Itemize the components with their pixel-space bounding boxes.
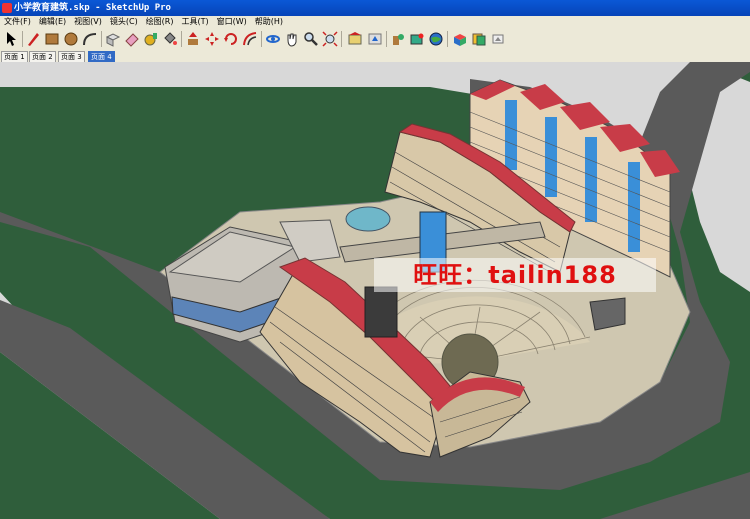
eraser-icon [125,33,139,47]
extension-warehouse-icon [454,34,466,46]
tape-measure-button[interactable] [142,30,160,48]
sketchup-app-icon [2,3,12,13]
zoom-tool-button[interactable] [302,30,320,48]
eraser-tool-button[interactable] [123,30,141,48]
circle-tool-button[interactable] [62,30,80,48]
share-model-icon [368,33,382,45]
paint-bucket-button[interactable] [161,30,179,48]
select-tool-button[interactable] [2,30,20,48]
pencil-icon [28,33,39,46]
title-bar: 小学教育建筑.skp - SketchUp Pro [0,0,750,16]
scene-tabs: 页面 1 页面 2 页面 3 页面 4 [0,50,750,63]
orbit-icon [266,35,280,43]
component-icon [105,33,121,47]
send-to-layout-button[interactable] [489,30,507,48]
tape-measure-icon [144,33,157,46]
rectangle-icon [45,33,59,45]
models-icon [393,34,404,45]
menu-draw[interactable]: 绘图(R) [142,16,178,28]
photo-textures-button[interactable] [408,30,426,48]
layout-icon [472,33,486,46]
line-tool-button[interactable] [24,30,42,48]
share-model-button[interactable] [366,30,384,48]
rectangle-tool-button[interactable] [43,30,61,48]
move-arrows-icon [205,32,219,46]
menu-camera[interactable]: 镜头(C) [106,16,142,28]
modeling-viewport[interactable]: 旺旺：tailin188 [0,62,750,519]
photo-textures-icon [410,33,424,45]
magnifier-icon [304,32,318,46]
warehouse-icon [348,32,362,45]
watermark-text: 旺旺：tailin188 [374,258,656,292]
paint-bucket-icon [164,32,177,45]
get-models-button[interactable] [389,30,407,48]
menu-bar: 文件(F) 编辑(E) 视图(V) 镜头(C) 绘图(R) 工具(T) 窗口(W) 帮助(H) [0,16,750,28]
main-toolbar [0,28,750,51]
extension-warehouse-button[interactable] [451,30,469,48]
orbit-tool-button[interactable] [264,30,282,48]
zoom-extents-button[interactable] [321,30,339,48]
rotate-tool-button[interactable] [222,30,240,48]
menu-edit[interactable]: 编辑(E) [35,16,70,28]
menu-window[interactable]: 窗口(W) [213,16,251,28]
menu-tools[interactable]: 工具(T) [178,16,213,28]
move-tool-button[interactable] [203,30,221,48]
layout-button[interactable] [470,30,488,48]
arrow-cursor-icon [7,32,16,46]
send-to-layout-icon [492,34,504,44]
arc-tool-button[interactable] [81,30,99,48]
hand-icon [287,33,297,47]
offset-tool-button[interactable] [241,30,259,48]
circle-icon [64,32,78,46]
arc-icon [83,33,97,46]
offset-icon [243,32,257,46]
menu-file[interactable]: 文件(F) [0,16,35,28]
make-component-button[interactable] [104,30,122,48]
window-title: 小学教育建筑.skp - SketchUp Pro [14,3,171,13]
globe-icon [429,32,443,46]
push-pull-button[interactable] [184,30,202,48]
push-pull-icon [188,32,198,45]
menu-help[interactable]: 帮助(H) [251,16,287,28]
3d-warehouse-button[interactable] [346,30,364,48]
zoom-extents-icon [322,31,338,47]
menu-view[interactable]: 视图(V) [70,16,106,28]
rotate-icon [224,33,237,45]
pan-tool-button[interactable] [283,30,301,48]
geo-location-button[interactable] [427,30,445,48]
